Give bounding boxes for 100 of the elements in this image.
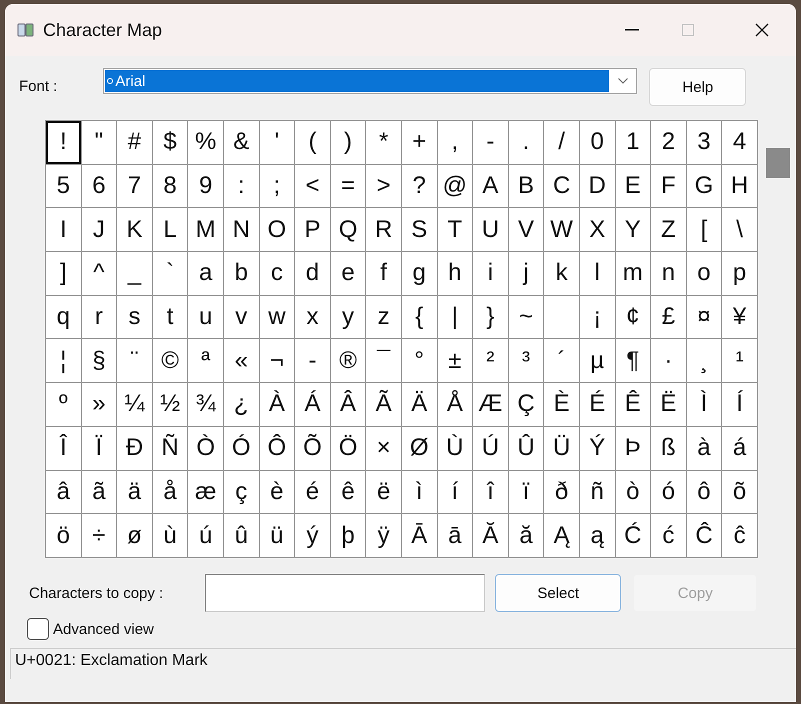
font-dropdown[interactable]: Arial [103,68,638,94]
character-cell[interactable]: ! [46,121,82,165]
character-cell[interactable]: « [224,339,260,384]
character-cell[interactable]: q [46,296,82,340]
character-cell[interactable]: Ä [402,383,438,427]
character-cell[interactable]: ă [508,514,544,558]
character-cell[interactable]: \ [722,208,758,252]
character-cell[interactable]: Ă [473,514,509,558]
character-cell[interactable]: V [508,208,544,252]
character-cell[interactable]: Ú [473,426,509,470]
select-button[interactable]: Select [495,574,622,612]
character-cell[interactable]: ÿ [366,514,402,558]
character-cell[interactable]: ã [82,470,118,514]
character-cell[interactable]: L [152,208,188,252]
character-cell[interactable]: ¨ [117,339,153,384]
character-cell[interactable]: 9 [188,164,224,208]
character-cell[interactable]: ; [260,164,296,208]
character-cell[interactable]: Q [330,208,366,252]
character-cell[interactable]: ª [188,339,224,384]
character-cell[interactable]: Ø [402,426,438,470]
character-cell[interactable]: ¥ [722,296,758,340]
character-cell[interactable]: r [82,296,118,340]
character-cell[interactable]: o [686,252,722,296]
character-cell[interactable]: » [82,383,118,427]
character-cell[interactable]: C [544,164,580,208]
character-cell[interactable]: y [330,296,366,340]
character-cell[interactable]: 1 [616,121,652,165]
character-cell[interactable]: Û [508,426,544,470]
character-cell[interactable]: Ó [224,426,260,470]
character-cell[interactable]: ë [366,470,402,514]
character-cell[interactable]: þ [330,514,366,558]
character-cell[interactable]: ¾ [188,383,224,427]
character-cell[interactable]: Ê [616,383,652,427]
character-cell[interactable]: Ā [402,514,438,558]
character-cell[interactable]: Ć [616,514,652,558]
character-cell[interactable]: @ [438,164,474,208]
character-cell[interactable]: µ [580,339,616,384]
character-cell[interactable]: À [260,383,296,427]
character-cell[interactable]: R [366,208,402,252]
character-cell[interactable]: - [295,339,331,384]
character-cell[interactable]: Å [438,383,474,427]
character-cell[interactable]: ³ [508,339,544,384]
character-cell[interactable]: " [82,121,118,165]
character-cell[interactable]: ĉ [722,514,758,558]
character-cell[interactable]: H [722,164,758,208]
character-cell[interactable]: å [152,470,188,514]
character-cell[interactable]: ñ [580,470,616,514]
character-cell[interactable]: × [366,426,402,470]
character-cell[interactable]: ê [330,470,366,514]
character-cell[interactable]: ¦ [46,339,82,384]
character-cell[interactable]: Ò [188,426,224,470]
character-cell[interactable]: à [686,426,722,470]
character-cell[interactable]: É [580,383,616,427]
character-cell[interactable]: p [722,252,758,296]
character-cell[interactable]: ¶ [616,339,652,384]
character-cell[interactable]: Ï [82,426,118,470]
character-cell[interactable]: È [544,383,580,427]
character-cell[interactable]: ö [46,514,82,558]
character-cell[interactable]: ¤ [686,296,722,340]
character-cell[interactable]: P [295,208,331,252]
scroll-thumb[interactable] [766,148,790,178]
character-cell[interactable]: : [224,164,260,208]
character-cell[interactable]: ? [402,164,438,208]
character-cell[interactable]: 4 [722,121,758,165]
character-cell[interactable]: â [46,470,82,514]
character-cell[interactable]: Þ [616,426,652,470]
character-cell[interactable]: Z [651,208,687,252]
character-cell[interactable]: Ñ [152,426,188,470]
character-cell[interactable]: 2 [651,121,687,165]
character-cell[interactable]: d [295,252,331,296]
character-cell[interactable]: 7 [117,164,153,208]
characters-to-copy-field[interactable] [205,574,486,612]
character-cell[interactable]: Y [616,208,652,252]
character-cell[interactable]: t [152,296,188,340]
character-cell[interactable]: + [402,121,438,165]
character-cell[interactable]: í [438,470,474,514]
character-cell[interactable]: ¡ [580,296,616,340]
character-cell[interactable]: x [295,296,331,340]
character-cell[interactable]: . [508,121,544,165]
character-cell[interactable]: Ü [544,426,580,470]
character-cell[interactable]: ¿ [224,383,260,427]
character-cell[interactable]: M [188,208,224,252]
character-cell[interactable]: 3 [686,121,722,165]
character-cell[interactable]: ¬ [260,339,296,384]
character-cell[interactable]: N [224,208,260,252]
character-cell[interactable]: l [580,252,616,296]
character-cell[interactable]: ï [508,470,544,514]
character-cell[interactable]: s [117,296,153,340]
character-cell[interactable]: $ [152,121,188,165]
character-cell[interactable]: ½ [152,383,188,427]
character-cell[interactable]: F [651,164,687,208]
character-cell[interactable]: ° [402,339,438,384]
character-cell[interactable]: ù [152,514,188,558]
character-cell[interactable]: ¯ [366,339,402,384]
character-cell[interactable]: ý [295,514,331,558]
character-cell[interactable]: ) [330,121,366,165]
character-cell[interactable]: Ą [544,514,580,558]
character-cell[interactable]: Ô [260,426,296,470]
character-cell[interactable]: a [188,252,224,296]
character-cell[interactable]: 6 [82,164,118,208]
